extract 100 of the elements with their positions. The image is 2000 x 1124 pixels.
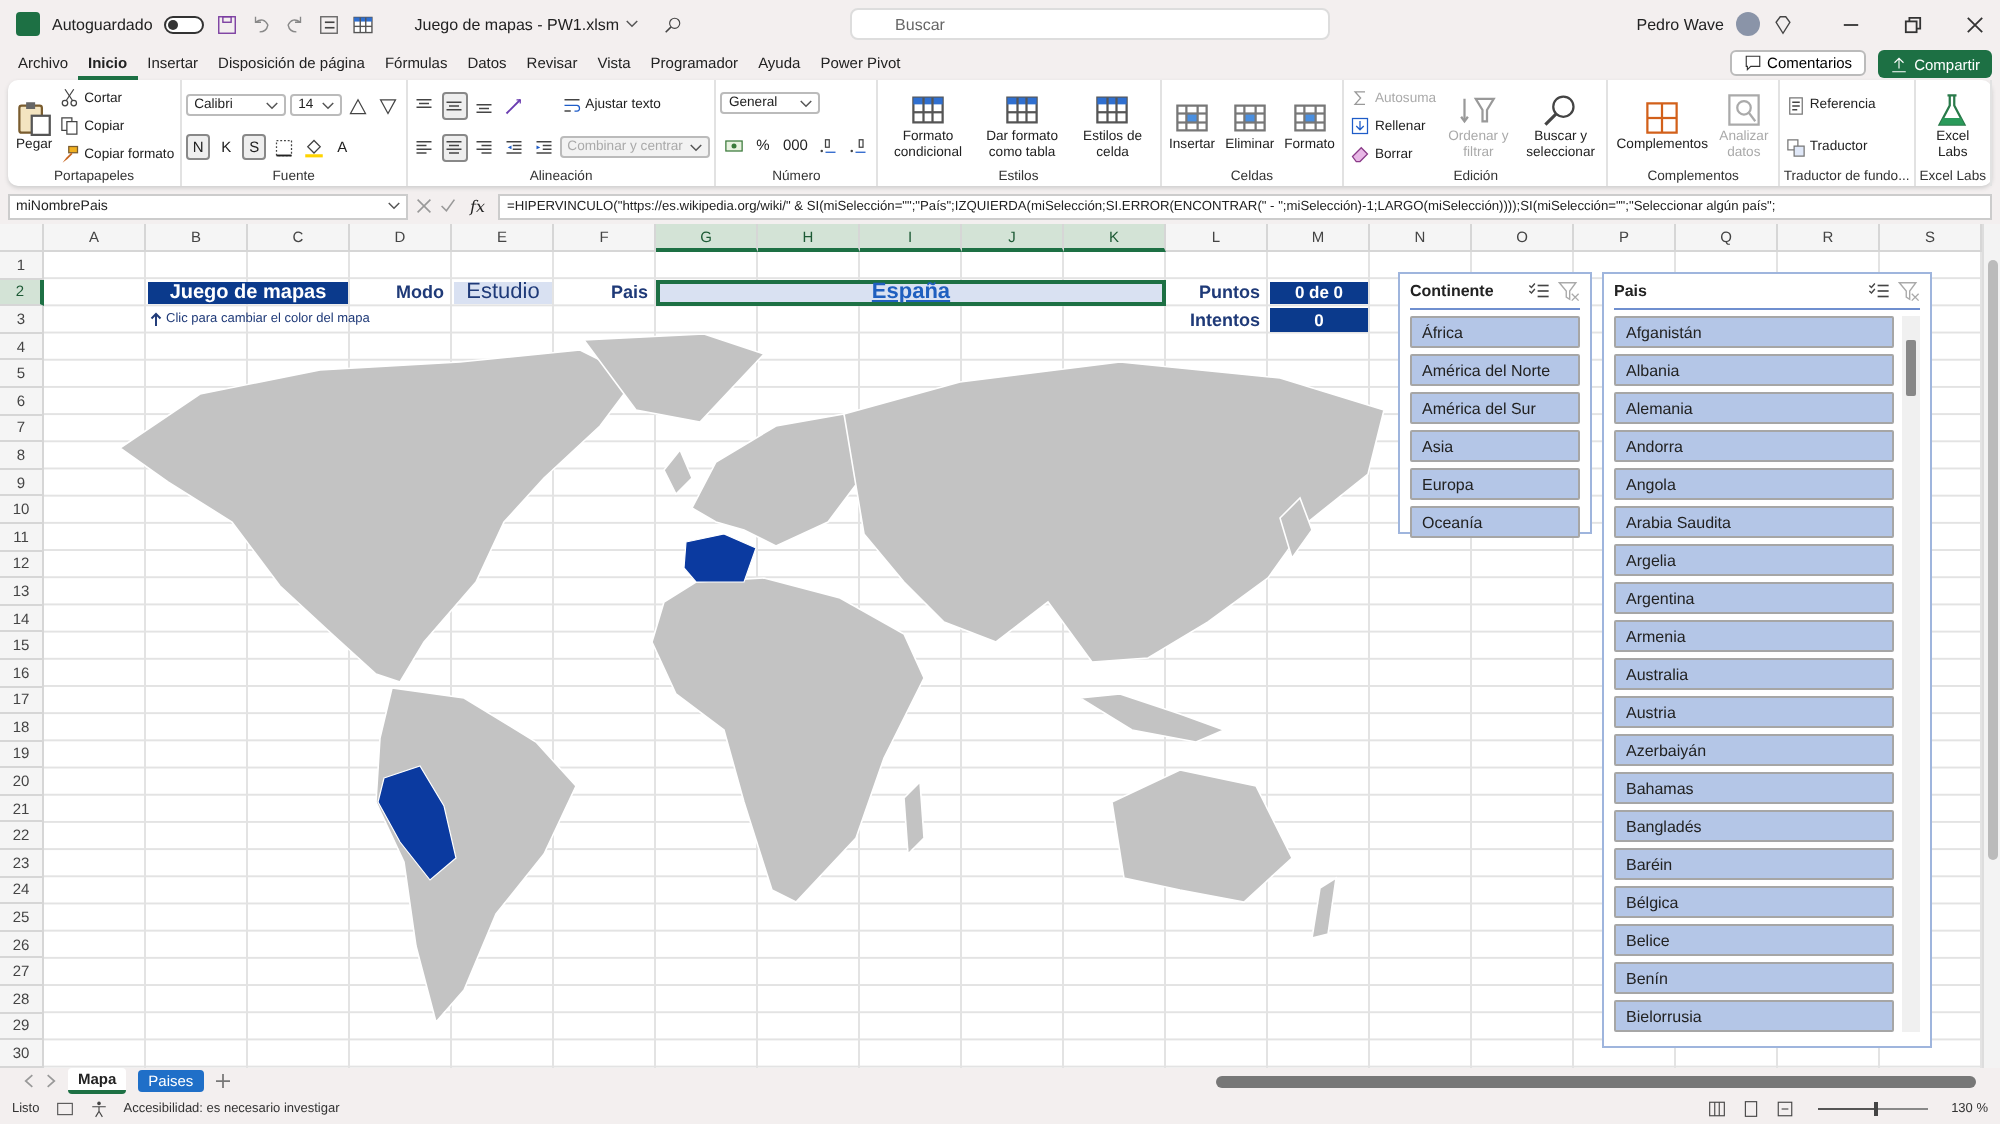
slicer-item[interactable]: Albania (1614, 354, 1894, 386)
insert-function-button[interactable]: fx (464, 197, 491, 215)
scrollbar[interactable] (1902, 316, 1920, 1032)
multi-select-icon[interactable] (1528, 280, 1550, 302)
slicer-item[interactable]: Baréin (1614, 848, 1894, 880)
table-icon (1094, 91, 1131, 127)
slicer-item[interactable]: Oceanía (1410, 506, 1580, 538)
slicer-item[interactable]: Bangladés (1614, 810, 1894, 842)
sigma-icon (1350, 88, 1371, 108)
autosave-label: Autoguardado (52, 15, 153, 33)
align-center-icon (444, 137, 465, 157)
search-field[interactable]: Buscar (849, 8, 1330, 40)
slicer-item[interactable]: Afganistán (1614, 316, 1894, 348)
orientation-icon (504, 95, 525, 115)
table-icon (1004, 91, 1041, 127)
slicer-item[interactable]: Australia (1614, 658, 1894, 690)
border-icon (273, 137, 294, 157)
macro-icon[interactable] (55, 1099, 74, 1118)
table-icon (909, 91, 946, 127)
toolbar-button[interactable] (441, 91, 468, 119)
decimal-decrease-icon (848, 135, 869, 156)
align-left-icon (414, 137, 435, 157)
caret-icon (266, 101, 279, 109)
slicer-item[interactable]: Andorra (1614, 430, 1894, 462)
triangle-down-icon (378, 95, 399, 115)
diamond-icon[interactable] (1772, 13, 1794, 35)
points-cell: 0 de 0 (1270, 281, 1368, 305)
indent-increase-icon (534, 137, 555, 157)
avatar[interactable] (1736, 12, 1760, 36)
bucket-icon (303, 137, 324, 157)
caret-icon (625, 20, 638, 28)
grid-icon (1231, 99, 1268, 135)
normal-view-icon[interactable] (1707, 1099, 1726, 1118)
slicer-item[interactable]: Arabia Saudita (1614, 506, 1894, 538)
restore-icon[interactable] (1904, 15, 1922, 33)
multi-select-icon[interactable] (1868, 280, 1890, 302)
slicer-item[interactable]: Europa (1410, 468, 1580, 500)
check-icon[interactable] (440, 198, 456, 214)
copy-icon (60, 116, 81, 136)
slicer-item[interactable]: América del Norte (1410, 354, 1580, 386)
slicer-item[interactable]: Armenia (1614, 620, 1894, 652)
slicer-item[interactable]: Argentina (1614, 582, 1894, 614)
slicer-item[interactable]: Bahamas (1614, 772, 1894, 804)
flask-icon (1934, 91, 1971, 127)
slicer-item[interactable]: Asia (1410, 430, 1580, 462)
close-icon[interactable] (1966, 15, 1984, 33)
share-icon (1890, 55, 1909, 73)
undo-icon[interactable] (250, 13, 273, 35)
table-edit-icon[interactable] (352, 13, 375, 35)
chart-icon (1725, 91, 1762, 127)
user-name: Pedro Wave (1636, 15, 1724, 33)
add-ins-icon (1644, 99, 1681, 135)
slicer-item[interactable]: Angola (1614, 468, 1894, 500)
app-logo-icon[interactable] (16, 12, 40, 36)
title-cell[interactable]: Juego de mapas (148, 281, 348, 305)
page-layout-icon[interactable] (1741, 1099, 1760, 1118)
grid-icon (1174, 99, 1211, 135)
slicer-item[interactable]: Bielorrusia (1614, 1000, 1894, 1032)
slicer-title: Continente (1410, 282, 1494, 300)
slicer-item[interactable]: Benín (1614, 962, 1894, 994)
add-sheet-icon[interactable] (215, 1074, 230, 1089)
slicer-item[interactable]: América del Sur (1410, 392, 1580, 424)
scrollbar[interactable] (1982, 224, 2000, 1068)
caret-icon (388, 202, 400, 210)
triangle-up-icon (348, 95, 369, 115)
eraser-icon (1350, 144, 1371, 164)
comment-icon (1743, 54, 1762, 72)
toolbar-button[interactable] (441, 133, 468, 161)
grid-icon (1291, 99, 1328, 135)
translate-icon (1785, 137, 1806, 157)
search-icon (1542, 91, 1579, 127)
brush-icon (60, 144, 81, 164)
slicer-item[interactable]: Argelia (1614, 544, 1894, 576)
save-icon[interactable] (216, 13, 239, 35)
slicer-item[interactable]: Bélgica (1614, 886, 1894, 918)
scrollbar[interactable] (1216, 1075, 1976, 1088)
country-label: Pais (608, 280, 650, 307)
accessibility-icon[interactable] (89, 1099, 108, 1118)
attempts-cell: 0 (1270, 308, 1368, 332)
arrow-up-icon (150, 311, 162, 328)
caret-icon (321, 101, 334, 109)
points-label: Puntos (1197, 280, 1262, 307)
slicer-item[interactable]: Austria (1614, 696, 1894, 728)
scissors-icon (60, 88, 81, 108)
redo-icon[interactable] (284, 13, 307, 35)
slicer-item[interactable]: Alemania (1614, 392, 1894, 424)
clipboard-icon (16, 99, 53, 135)
country-link[interactable]: España (871, 280, 951, 305)
slicer-item[interactable]: Belice (1614, 924, 1894, 956)
slicer-item[interactable]: África (1410, 316, 1580, 348)
document-icon (1785, 95, 1806, 115)
window-title: Juego de mapas - PW1.xlsm (414, 15, 620, 33)
mode-cell[interactable]: Estudio (454, 281, 552, 305)
search-icon (663, 15, 682, 33)
attempts-label: Intentos (1188, 307, 1262, 334)
form-icon[interactable] (318, 13, 341, 35)
autosave-toggle[interactable] (164, 15, 205, 33)
fill-down-icon (1350, 116, 1371, 136)
slicer-item[interactable]: Azerbaiyán (1614, 734, 1894, 766)
page-break-icon[interactable] (1775, 1099, 1794, 1118)
